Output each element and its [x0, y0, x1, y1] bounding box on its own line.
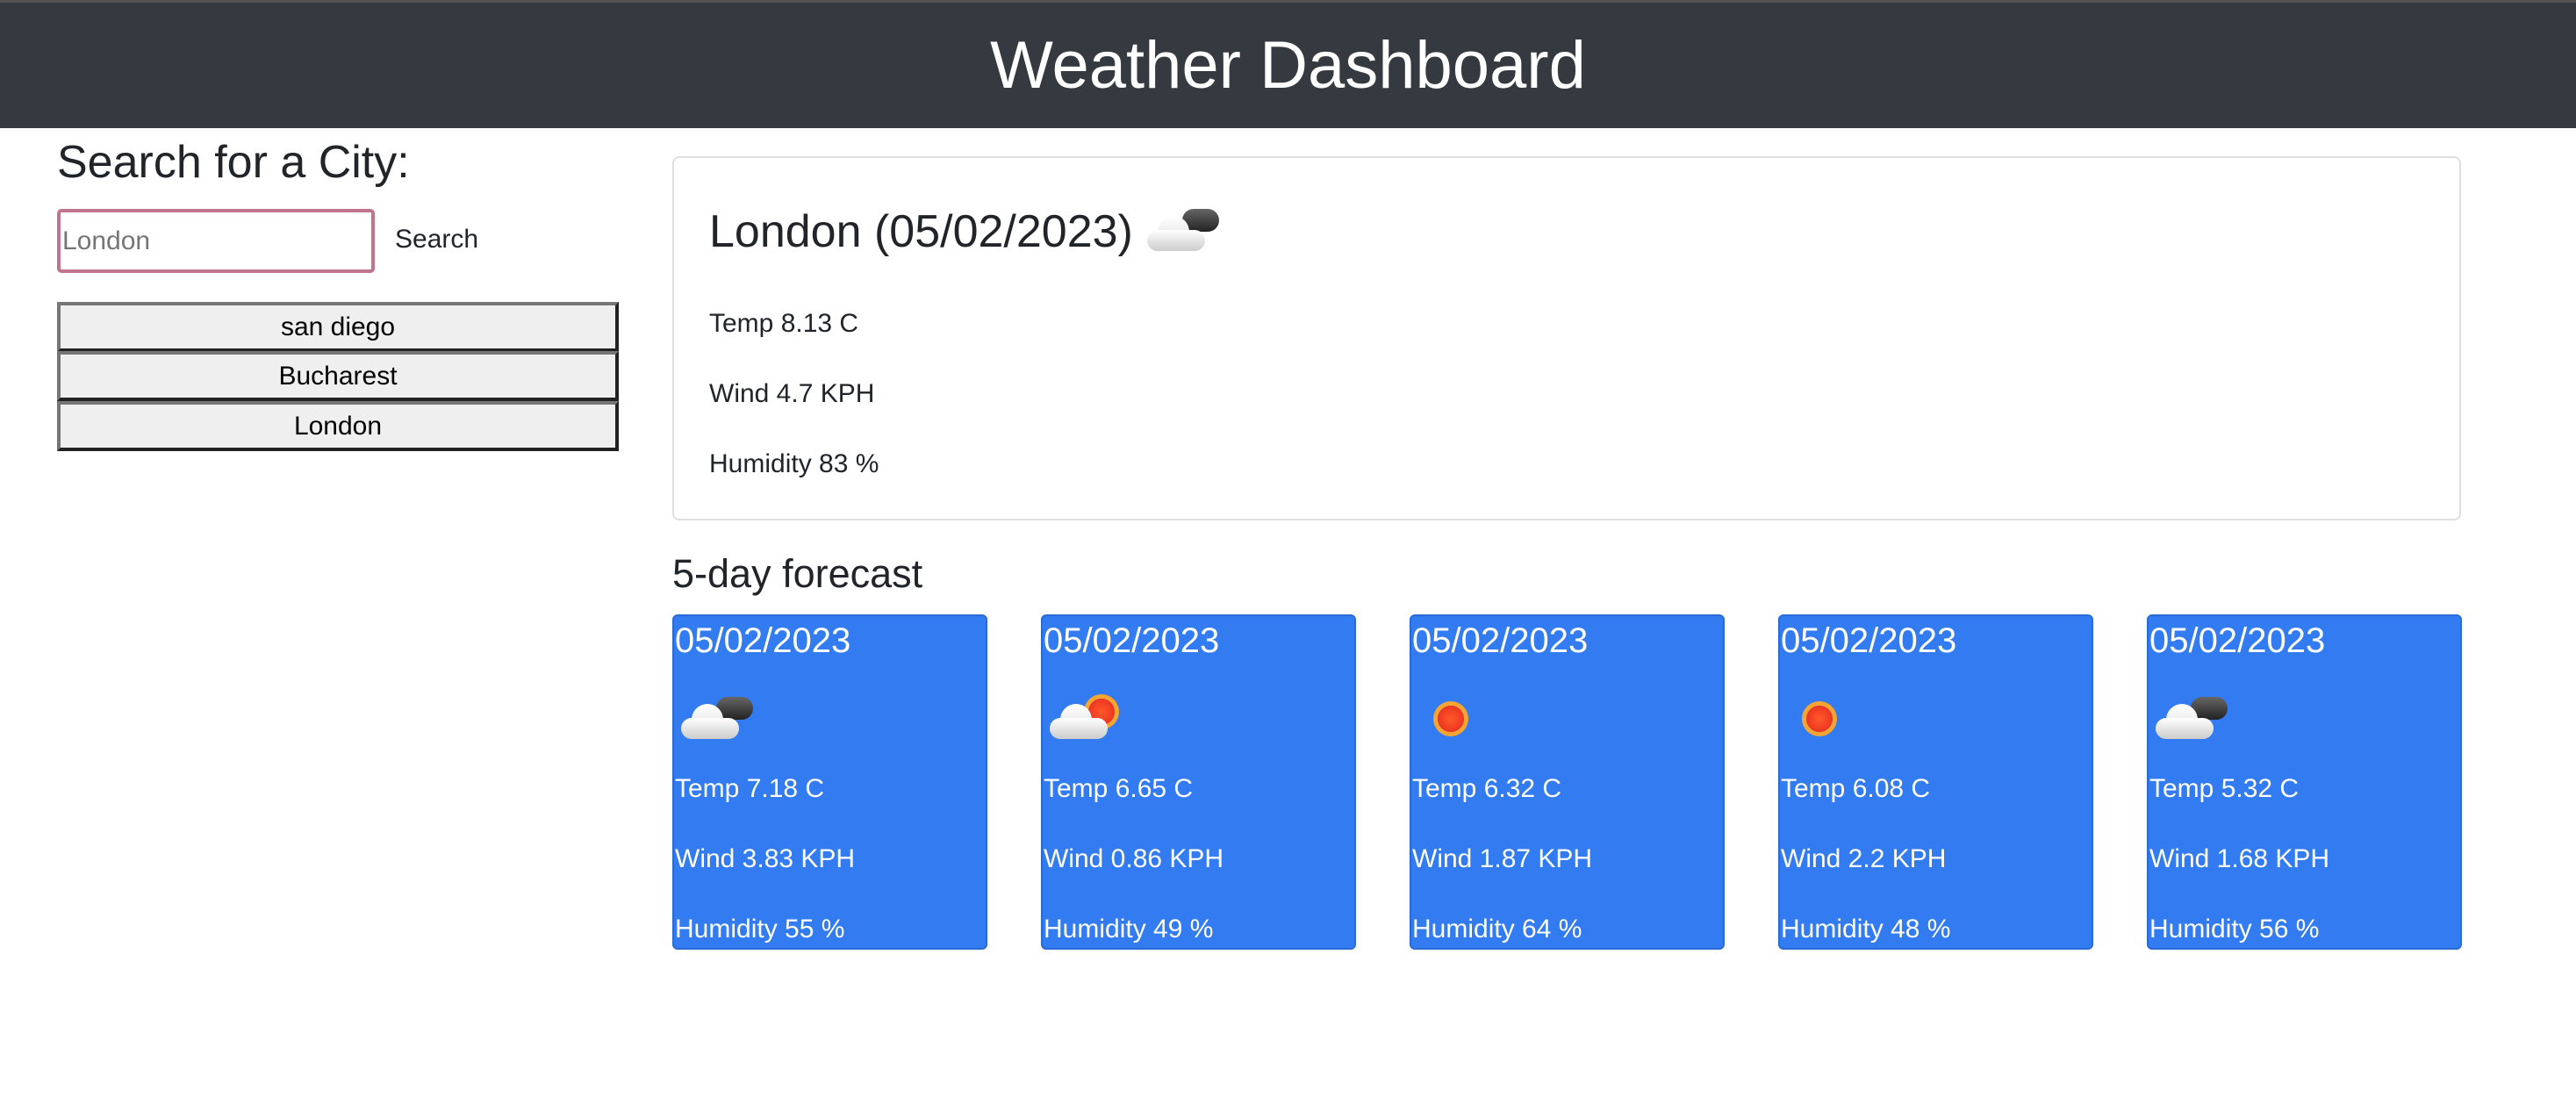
forecast-card: 05/02/2023 Temp 6.32 C Wind 1.87 KPH Hum… — [1410, 614, 1725, 950]
forecast-card: 05/02/2023 Temp 7.18 C Wind 3.83 KPH Hum… — [672, 614, 987, 950]
partly-sunny-icon — [1050, 693, 1120, 750]
forecast-humidity: Humidity 48 % — [1781, 915, 1951, 944]
forecast-wind: Wind 1.68 KPH — [2149, 844, 2330, 873]
sun-icon — [1418, 693, 1489, 750]
forecast-temp: Temp 6.08 C — [1781, 774, 1931, 803]
forecast-temp: Temp 6.65 C — [1044, 774, 1194, 803]
forecast-humidity: Humidity 49 % — [1044, 915, 1214, 944]
forecast-date: 05/02/2023 — [2149, 621, 2326, 660]
cloudy-icon — [1146, 205, 1219, 258]
forecast-wind: Wind 3.83 KPH — [675, 844, 856, 873]
current-wind: Wind 4.7 KPH — [709, 379, 875, 408]
forecast-heading: 5-day forecast — [672, 551, 923, 596]
forecast-wind: Wind 1.87 KPH — [1412, 844, 1593, 873]
forecast-humidity: Humidity 56 % — [2149, 915, 2320, 944]
history-button-london[interactable]: London — [57, 401, 619, 451]
forecast-temp: Temp 5.32 C — [2149, 774, 2300, 803]
current-title: London (05/02/2023) — [709, 205, 1219, 258]
forecast-humidity: Humidity 55 % — [675, 915, 845, 944]
forecast-wind: Wind 0.86 KPH — [1044, 844, 1224, 873]
page-title: Weather Dashboard — [990, 28, 1586, 103]
current-humidity: Humidity 83 % — [709, 449, 879, 478]
forecast-card: 05/02/2023 Temp 5.32 C Wind 1.68 KPH Hum… — [2147, 614, 2462, 950]
forecast-date: 05/02/2023 — [675, 621, 851, 660]
forecast-temp: Temp 7.18 C — [675, 774, 825, 803]
current-city-date: London (05/02/2023) — [709, 206, 1133, 257]
forecast-date: 05/02/2023 — [1412, 621, 1589, 660]
search-button[interactable]: Search — [386, 221, 487, 258]
forecast-card: 05/02/2023 Temp 6.08 C Wind 2.2 KPH Humi… — [1778, 614, 2093, 950]
forecast-temp: Temp 6.32 C — [1412, 774, 1562, 803]
history-button-san-diego[interactable]: san diego — [57, 302, 619, 352]
sun-icon — [1787, 693, 1857, 750]
forecast-card: 05/02/2023 Temp 6.65 C Wind 0.86 KPH Hum… — [1041, 614, 1356, 950]
forecast-humidity: Humidity 64 % — [1412, 915, 1582, 944]
cloudy-icon — [681, 693, 753, 750]
header: Weather Dashboard — [0, 0, 2576, 128]
history-button-bucharest[interactable]: Bucharest — [57, 351, 619, 401]
forecast-wind: Wind 2.2 KPH — [1781, 844, 1947, 873]
search-heading: Search for a City: — [57, 137, 410, 188]
current-weather-card: London (05/02/2023) Temp 8.13 C Wind 4.7… — [672, 156, 2461, 520]
current-temp: Temp 8.13 C — [709, 309, 859, 338]
search-input[interactable] — [57, 209, 375, 273]
forecast-date: 05/02/2023 — [1044, 621, 1220, 660]
forecast-date: 05/02/2023 — [1781, 621, 1957, 660]
cloudy-icon — [2156, 693, 2228, 750]
